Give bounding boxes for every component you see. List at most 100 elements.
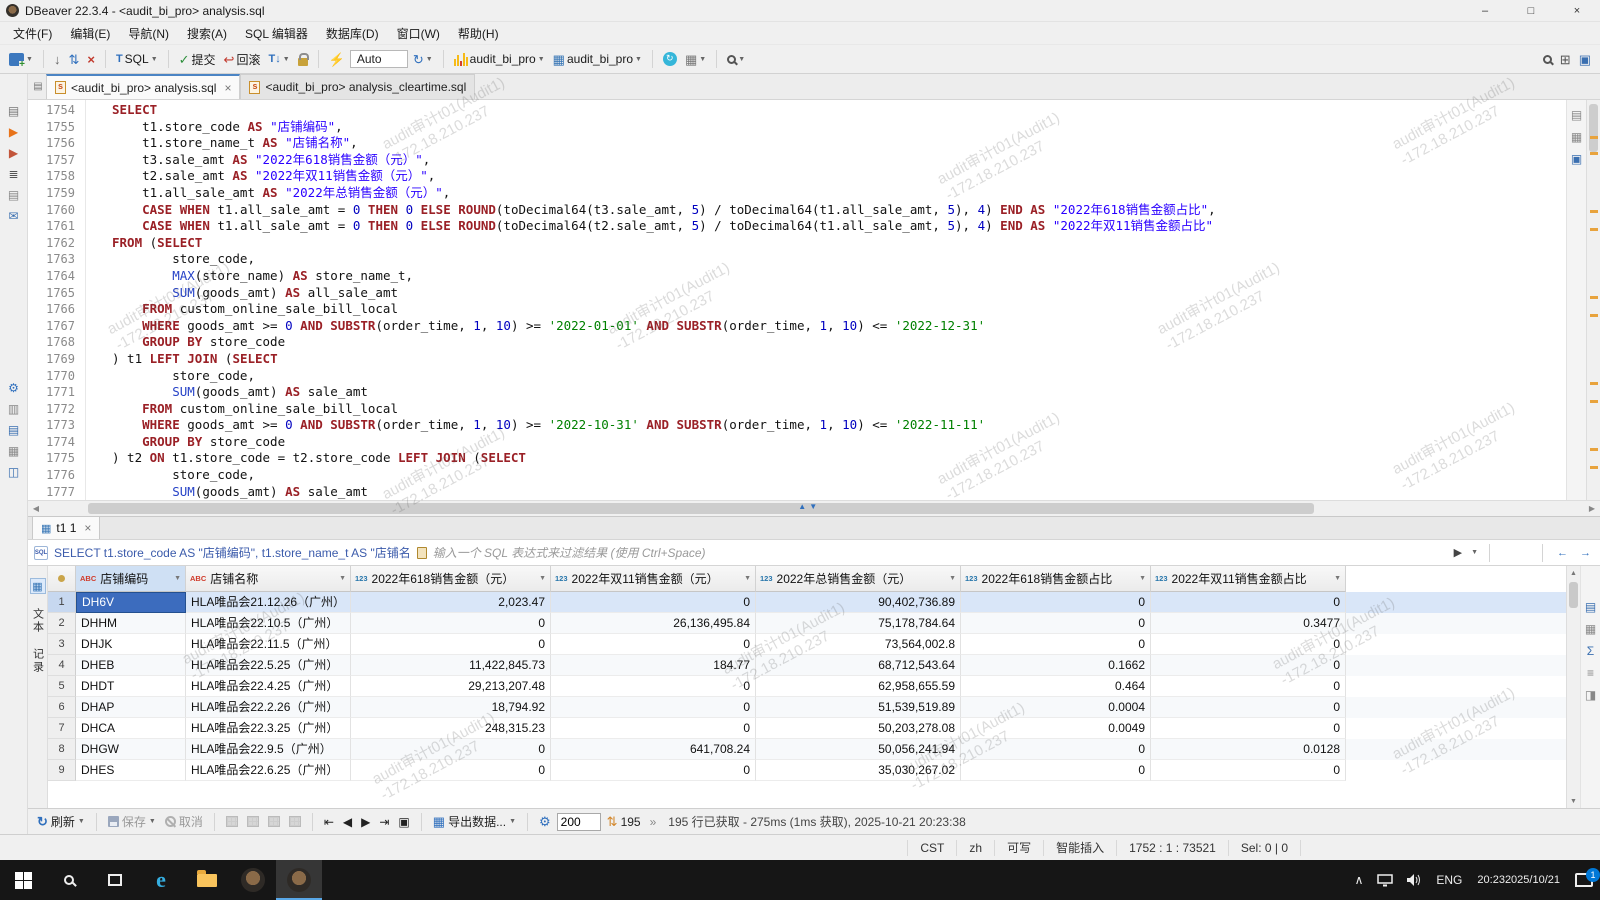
grid-cell[interactable]: DHCA [76, 718, 186, 739]
search-dropdown[interactable]: ▼ [724, 53, 748, 66]
goto-next-row-button[interactable]: ▶ [358, 814, 373, 830]
grid-cell[interactable]: 0 [1151, 655, 1346, 676]
start-button[interactable] [0, 860, 46, 900]
grid-cell[interactable]: 0 [961, 613, 1151, 634]
grid-cell[interactable]: 0 [551, 634, 756, 655]
abort-button[interactable]: × [84, 51, 98, 68]
input-language-button[interactable]: ENG [1429, 860, 1469, 900]
references-panel-icon[interactable]: ≡ [1580, 663, 1600, 683]
maximize-button[interactable]: □ [1508, 0, 1554, 22]
commit-mode-icon-button[interactable]: ⚡ [326, 51, 348, 68]
focus-row-button[interactable]: ▣ [395, 814, 412, 830]
dbeaver-taskbar-button[interactable] [276, 860, 322, 900]
grid-cell[interactable]: 50,056,241.94 [756, 739, 961, 760]
grid-cell[interactable]: 184.77 [551, 655, 756, 676]
grid-cell[interactable]: DHAP [76, 697, 186, 718]
grid-cell[interactable]: 0 [551, 697, 756, 718]
schema-selector[interactable]: ▦ audit_bi_pro ▼ [550, 50, 645, 68]
rollback-button[interactable]: ↩ 回滚 [221, 49, 264, 70]
grid-cell[interactable]: 50,203,278.08 [756, 718, 961, 739]
minimized-outline-icon[interactable]: ▤ [1566, 105, 1588, 125]
grid-cell[interactable]: 35,030,267.02 [756, 760, 961, 781]
task-view-button[interactable] [92, 860, 138, 900]
grid-cell[interactable]: 0.0128 [1151, 739, 1346, 760]
column-header-0[interactable]: ABC 店铺编码 ▼ [76, 566, 186, 592]
menu-item-1[interactable]: 编辑(E) [61, 23, 119, 44]
filter-history-dropdown[interactable]: ▼ [1471, 549, 1478, 556]
grid-cell[interactable]: DHGW [76, 739, 186, 760]
grid-cell[interactable]: 0.1662 [961, 655, 1151, 676]
metadata-panel-icon[interactable]: ▦ [1580, 619, 1600, 639]
calc-panel-icon[interactable]: ◨ [1580, 685, 1600, 705]
delete-row-button[interactable] [286, 815, 304, 828]
grid-cell[interactable]: 2,023.47 [351, 592, 551, 613]
taskbar-search-button[interactable] [46, 860, 92, 900]
column-header-2[interactable]: 123 2022年618销售金额（元） ▼ [351, 566, 551, 592]
close-button[interactable]: × [1554, 0, 1600, 22]
grid-cell[interactable]: 68,712,543.64 [756, 655, 961, 676]
restore-panel-icon[interactable]: ▣ [1566, 149, 1588, 169]
auto-commit-lock-button[interactable] [295, 51, 311, 68]
menu-item-7[interactable]: 帮助(H) [449, 23, 508, 44]
settings-gear-icon[interactable]: ⚙ [3, 378, 25, 398]
grid-cell[interactable]: 0 [351, 760, 551, 781]
grid-cell[interactable]: 0 [351, 739, 551, 760]
editor-perspective-button[interactable]: ▣ [1576, 51, 1594, 68]
grid-cell[interactable]: HLA唯品会22.10.5（广州） [186, 613, 351, 634]
grid-cell[interactable]: 0 [961, 634, 1151, 655]
column-menu-icon[interactable]: ▼ [1334, 575, 1341, 582]
sash-restore-control[interactable]: ▲ ▼ [798, 502, 817, 511]
grid-settings-button[interactable]: ⚙ [536, 814, 554, 829]
hidden-icons-button[interactable]: ∧ [1348, 860, 1371, 900]
code-area[interactable]: SELECT t1.store_code AS "店铺编码", t1.store… [86, 100, 1566, 500]
close-tab-icon[interactable]: × [224, 81, 231, 95]
grid-cell[interactable]: 248,315.23 [351, 718, 551, 739]
column-menu-icon[interactable]: ▼ [949, 575, 956, 582]
export-data-button[interactable]: ▦ 导出数据... ▼ [430, 812, 519, 831]
grid-cell[interactable]: 11,422,845.73 [351, 655, 551, 676]
grid-cell[interactable]: 0 [1151, 634, 1346, 655]
save-button[interactable]: 保存 ▼ [105, 812, 159, 831]
editor-vscrollbar[interactable] [1586, 100, 1600, 500]
results-vscrollbar[interactable]: ▲ ▼ [1566, 566, 1580, 808]
grid-cell[interactable]: 0.0049 [961, 718, 1151, 739]
edge-taskbar-button[interactable]: e [138, 860, 184, 900]
execute-script-icon[interactable]: ▶ [3, 143, 25, 163]
connection-status-button[interactable] [660, 50, 680, 68]
row-number[interactable]: 1 [48, 592, 76, 613]
scrollbar-thumb[interactable] [88, 503, 1315, 514]
scroll-left-icon[interactable]: ◀ [28, 501, 44, 516]
grid-cell[interactable]: 51,539,519.89 [756, 697, 961, 718]
open-message-icon[interactable]: ✉ [3, 206, 25, 226]
add-row-button[interactable] [244, 815, 262, 828]
menu-item-0[interactable]: 文件(F) [4, 23, 61, 44]
apply-filter-button[interactable]: ▶ [1451, 546, 1465, 559]
grid-cell[interactable]: 0 [351, 613, 551, 634]
row-number[interactable]: 9 [48, 760, 76, 781]
row-number[interactable]: 3 [48, 634, 76, 655]
editor-hscrollbar[interactable]: ◀ ▲ ▼ ▶ [28, 500, 1600, 516]
file-explorer-button[interactable] [184, 860, 230, 900]
grid-cell[interactable]: HLA唯品会22.9.5（广州） [186, 739, 351, 760]
grid-cell[interactable]: HLA唯品会22.2.26（广州） [186, 697, 351, 718]
column-header-6[interactable]: 123 2022年双11销售金额占比 ▼ [1151, 566, 1346, 592]
grid-cell[interactable]: 29,213,207.48 [351, 676, 551, 697]
grid-cell[interactable]: 0 [551, 760, 756, 781]
copy-row-button[interactable] [265, 815, 283, 828]
sash-up-icon[interactable]: ▲ [798, 502, 806, 511]
grid-cell[interactable]: 0 [961, 739, 1151, 760]
column-header-4[interactable]: 123 2022年总销售金额（元） ▼ [756, 566, 961, 592]
column-menu-icon[interactable]: ▼ [1139, 575, 1146, 582]
action-center-button[interactable]: 1 [1568, 860, 1600, 900]
row-number[interactable]: 6 [48, 697, 76, 718]
column-menu-icon[interactable]: ▼ [174, 575, 181, 582]
grid-cell[interactable]: 0 [551, 718, 756, 739]
goto-prev-row-button[interactable]: ◀ [340, 814, 355, 830]
grid-cell[interactable]: HLA唯品会22.6.25（广州） [186, 760, 351, 781]
query-history-dropdown[interactable]: ↻ ▼ [410, 51, 436, 68]
row-number[interactable]: 4 [48, 655, 76, 676]
grid-cell[interactable]: 0 [961, 592, 1151, 613]
toolbar-overflow-button[interactable]: » [647, 814, 660, 830]
grid-cell[interactable]: 0 [1151, 592, 1346, 613]
editor-list-icon[interactable]: ▤ [30, 74, 46, 99]
